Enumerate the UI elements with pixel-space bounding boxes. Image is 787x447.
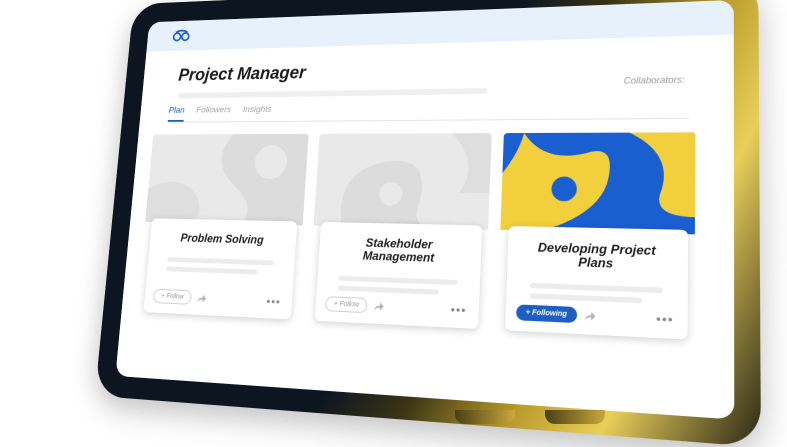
card-body: Problem Solving + Follow ••• [143,218,298,320]
top-bar [146,0,734,52]
more-dots-icon[interactable]: ••• [656,311,674,327]
device-foot [455,410,515,424]
share-arrow-icon[interactable] [583,310,596,321]
card-title: Problem Solving [180,231,265,247]
more-dots-icon[interactable]: ••• [450,302,466,317]
device-foot [545,410,605,424]
collaborators-label: Collaborators: [623,74,685,86]
card-image [145,133,309,226]
card-stakeholder-management[interactable]: Stakeholder Management + Follow ••• [307,133,492,333]
infinity-logo-icon[interactable] [172,29,191,42]
card-image [313,133,492,230]
more-dots-icon[interactable]: ••• [266,294,281,308]
follow-button[interactable]: + Follow [324,296,368,314]
placeholder-line [337,285,440,295]
tab-insights[interactable]: Insights [242,104,272,121]
card-body: Stakeholder Management + Follow ••• [314,221,483,329]
page-title: Project Manager [177,63,307,86]
placeholder-line [529,282,663,294]
card-title: Stakeholder Management [362,235,435,265]
course-cards: Problem Solving + Follow ••• Stakeholder… [136,132,713,345]
card-body: Developing Project Plans + Following ••• [505,226,689,340]
card-title: Developing Project Plans [537,240,656,271]
card-footer: + Following ••• [515,304,674,327]
follow-button[interactable]: + Follow [152,288,193,305]
tab-plan[interactable]: Plan [167,105,185,122]
tablet-device: Project Manager Collaborators: Plan Foll… [94,0,761,447]
card-problem-solving[interactable]: Problem Solving + Follow ••• [136,133,309,324]
title-underline [178,88,488,99]
card-developing-project-plans[interactable]: Developing Project Plans + Following ••• [497,132,696,344]
share-arrow-icon[interactable] [373,301,385,312]
following-button[interactable]: + Following [515,304,577,324]
card-footer: + Follow ••• [324,296,467,318]
share-arrow-icon[interactable] [196,293,207,303]
app-screen: Project Manager Collaborators: Plan Foll… [115,0,735,420]
card-image [500,132,696,235]
tab-bar: Plan Followers Insights [167,99,689,123]
placeholder-line [338,275,458,286]
placeholder-line [529,293,643,304]
tab-followers[interactable]: Followers [195,105,231,122]
placeholder-line [165,266,258,275]
card-footer: + Follow ••• [152,288,281,309]
placeholder-line [166,257,275,266]
scene: Project Manager Collaborators: Plan Foll… [0,0,787,447]
